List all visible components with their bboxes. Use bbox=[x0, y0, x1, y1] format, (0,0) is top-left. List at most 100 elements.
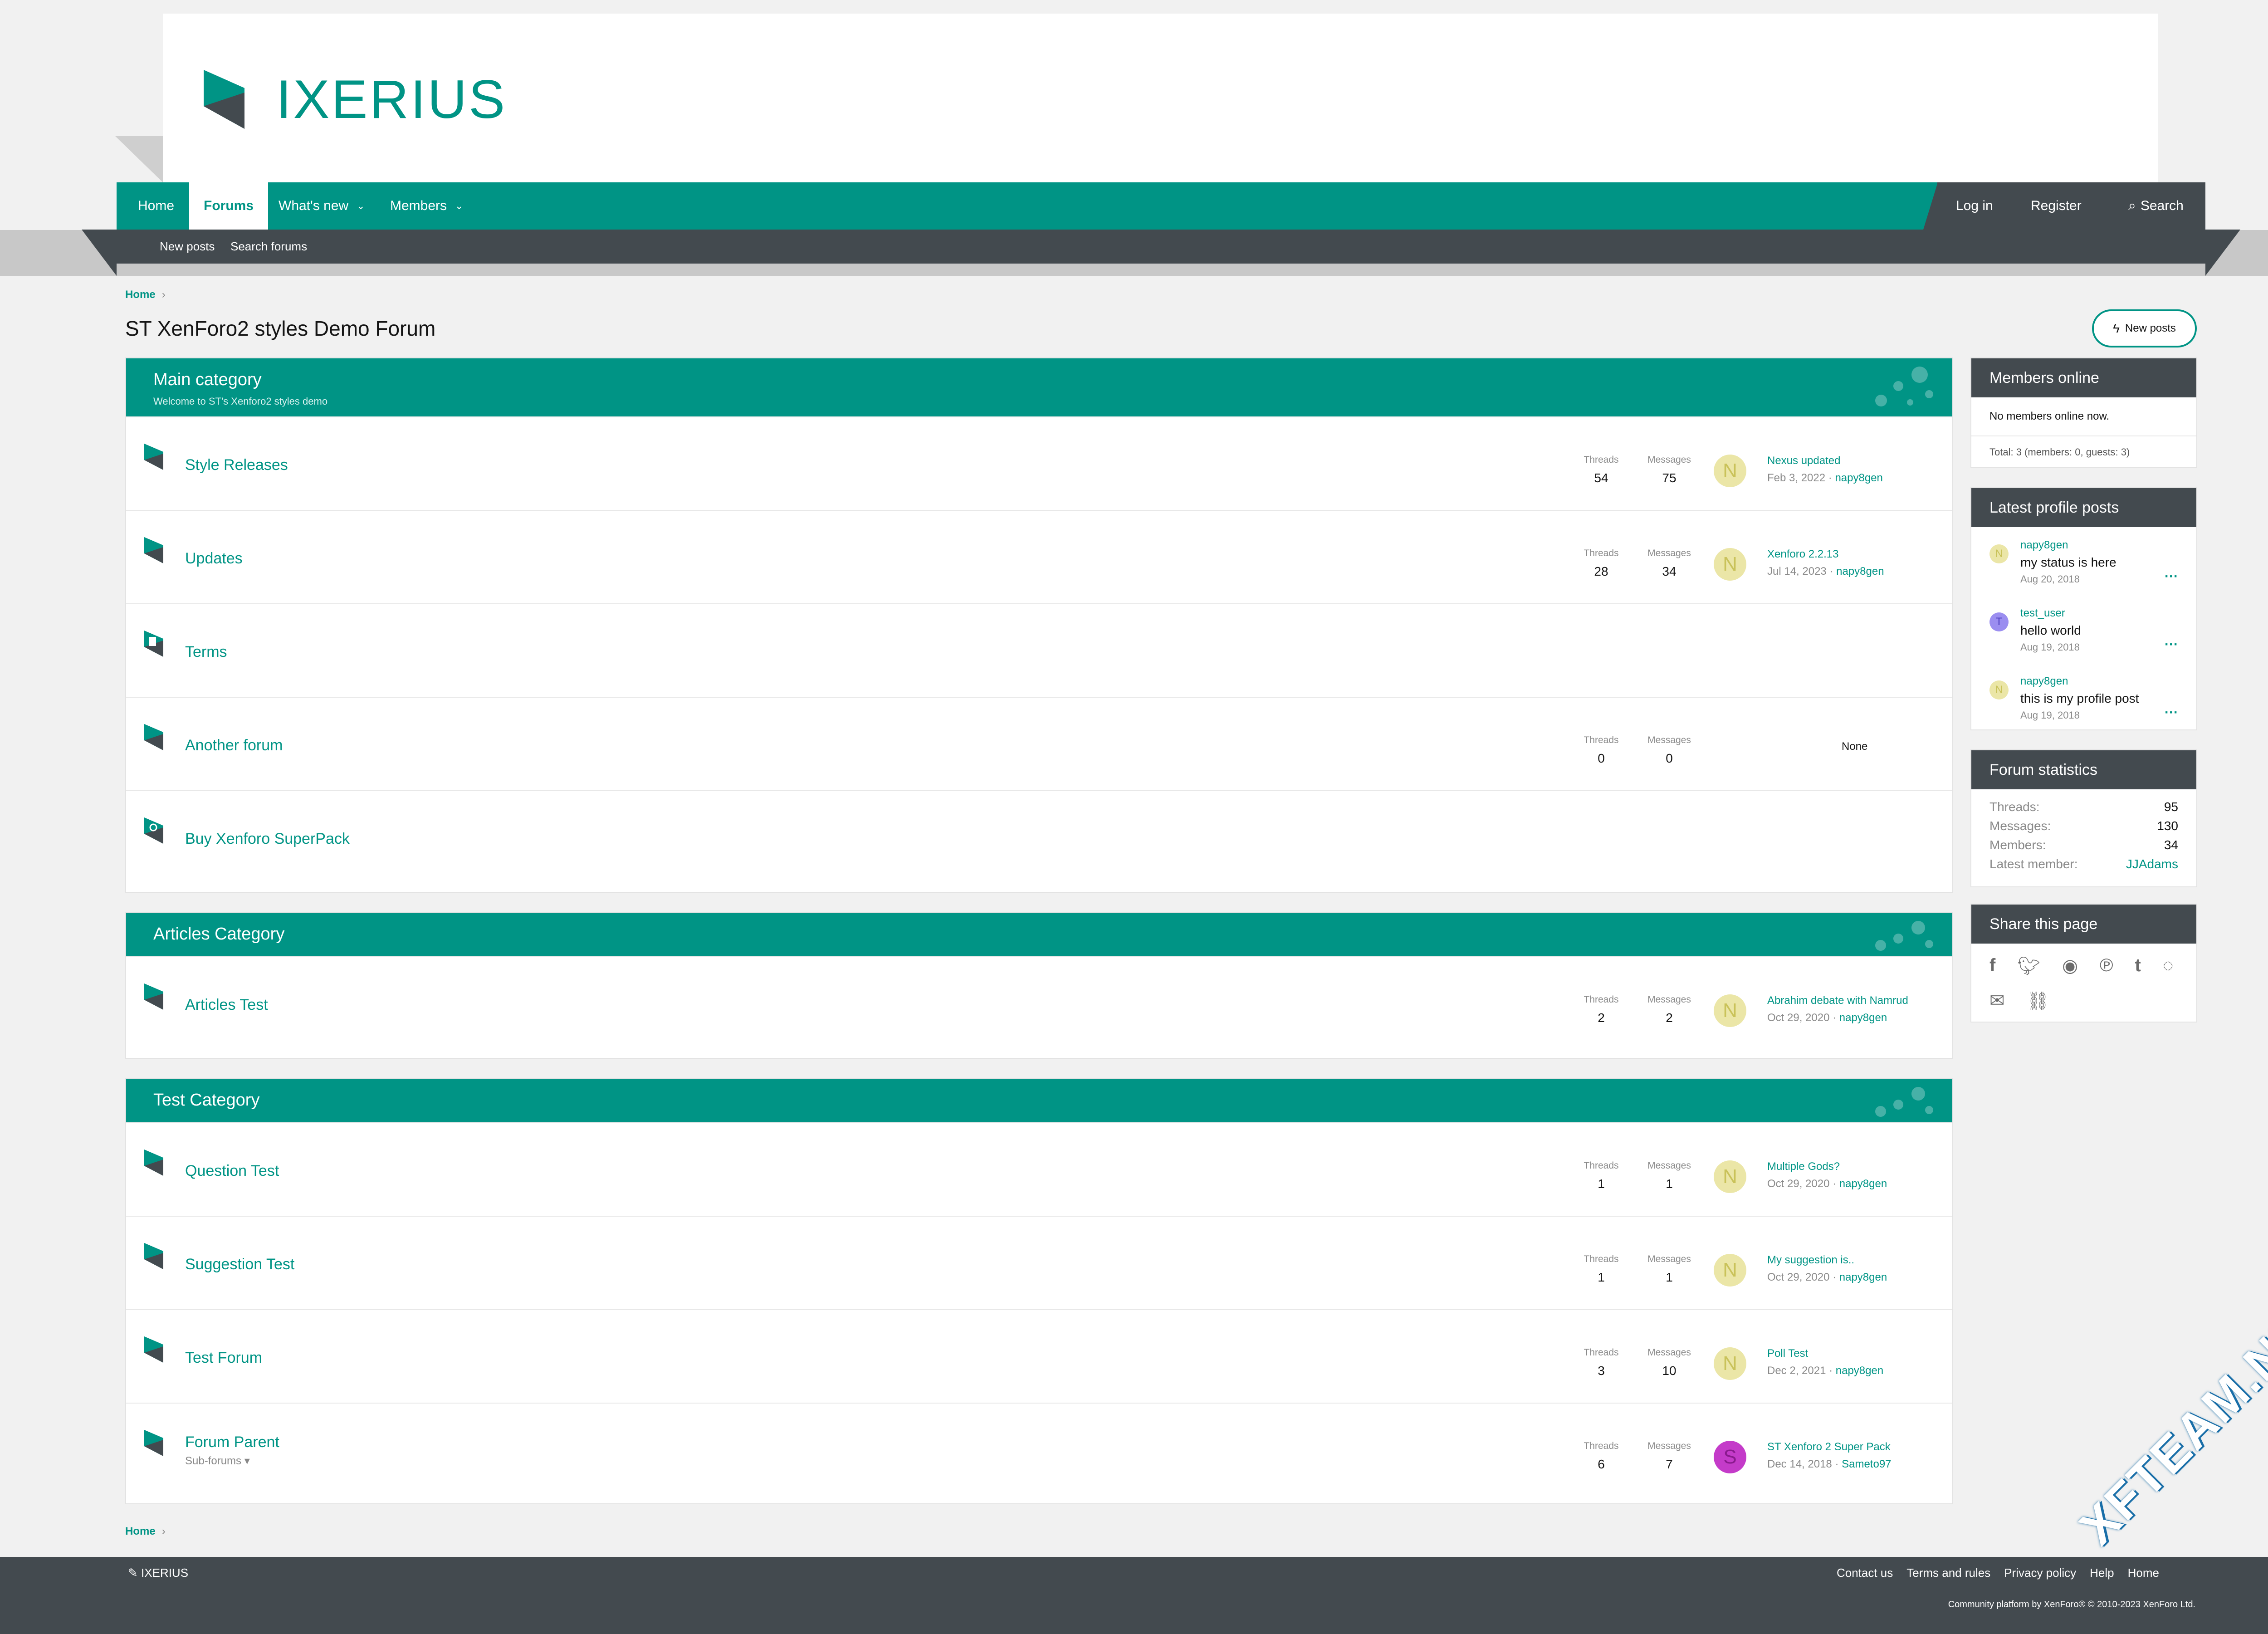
last-post-user[interactable]: napy8gen bbox=[1839, 1012, 1887, 1024]
twitter-icon[interactable]: 🐦︎ bbox=[2017, 955, 2040, 977]
last-post-user[interactable]: napy8gen bbox=[1839, 1178, 1887, 1190]
category-title[interactable]: Articles Category bbox=[153, 925, 284, 944]
more-options-icon[interactable]: ··· bbox=[2165, 705, 2178, 720]
forum-title[interactable]: Test Forum bbox=[185, 1349, 262, 1367]
avatar[interactable]: T bbox=[1989, 612, 2009, 631]
sub-forums-toggle[interactable]: Sub-forums ▾ bbox=[185, 1454, 250, 1468]
last-post-title[interactable]: Multiple Gods? bbox=[1767, 1160, 1887, 1173]
reddit-icon[interactable]: ◉ bbox=[2062, 955, 2078, 977]
last-post-user[interactable]: napy8gen bbox=[1839, 1271, 1887, 1283]
category-header[interactable]: Test Category bbox=[126, 1079, 1952, 1122]
last-post-user[interactable]: Sameto97 bbox=[1842, 1458, 1891, 1470]
profile-post-user[interactable]: napy8gen bbox=[2020, 675, 2068, 688]
forum-title[interactable]: Updates bbox=[185, 550, 243, 567]
last-post-date[interactable]: Dec 14, 2018 bbox=[1767, 1458, 1832, 1470]
last-post: Abrahim debate with Namrud Oct 29, 2020 ·… bbox=[1767, 994, 1908, 1024]
avatar[interactable]: N bbox=[1989, 544, 2009, 563]
avatar[interactable]: N bbox=[1714, 994, 1746, 1027]
subnav-search-forums[interactable]: Search forums bbox=[230, 230, 307, 264]
forum-title[interactable]: Suggestion Test bbox=[185, 1256, 294, 1273]
nav-tab-whats-new[interactable]: What's new ⌄ bbox=[264, 182, 380, 230]
profile-post-date[interactable]: Aug 19, 2018 bbox=[2020, 641, 2080, 653]
chevron-down-icon[interactable]: ⌄ bbox=[357, 200, 365, 212]
last-post-title[interactable]: Poll Test bbox=[1767, 1347, 1883, 1360]
register-link[interactable]: Register bbox=[2016, 182, 2096, 230]
forum-title[interactable]: Articles Test bbox=[185, 996, 268, 1014]
nav-tab-home[interactable]: Home bbox=[123, 182, 189, 230]
profile-post-date[interactable]: Aug 20, 2018 bbox=[2020, 573, 2080, 585]
footer-link-help[interactable]: Help bbox=[2090, 1566, 2114, 1580]
last-post-title[interactable]: Xenforo 2.2.13 bbox=[1767, 548, 1884, 561]
last-post-title[interactable]: My suggestion is.. bbox=[1767, 1254, 1887, 1267]
last-post-date[interactable]: Oct 29, 2020 bbox=[1767, 1178, 1829, 1190]
avatar[interactable]: N bbox=[1989, 680, 2009, 700]
forum-title[interactable]: Style Releases bbox=[185, 456, 288, 474]
more-options-icon[interactable]: ··· bbox=[2165, 569, 2178, 584]
forum-title[interactable]: Buy Xenforo SuperPack bbox=[185, 830, 350, 848]
avatar[interactable]: N bbox=[1714, 548, 1746, 581]
footer-link-home[interactable]: Home bbox=[2128, 1566, 2159, 1580]
avatar[interactable]: N bbox=[1714, 455, 1746, 487]
footer-link-terms[interactable]: Terms and rules bbox=[1906, 1566, 1990, 1580]
more-options-icon[interactable]: ··· bbox=[2165, 637, 2178, 652]
chevron-down-icon[interactable]: ⌄ bbox=[455, 200, 463, 212]
last-post-title[interactable]: Abrahim debate with Namrud bbox=[1767, 994, 1908, 1007]
login-link[interactable]: Log in bbox=[1941, 182, 2008, 230]
last-post-date[interactable]: Feb 3, 2022 bbox=[1767, 472, 1825, 484]
facebook-icon[interactable]: f bbox=[1989, 955, 1995, 977]
last-post-date[interactable]: Oct 29, 2020 bbox=[1767, 1271, 1829, 1283]
site-logo[interactable]: IXERIUS bbox=[204, 68, 507, 131]
pinterest-icon[interactable]: ℗ bbox=[2100, 955, 2113, 977]
nav-tab-forums[interactable]: Forums bbox=[189, 182, 269, 230]
profile-post-user[interactable]: napy8gen bbox=[2020, 539, 2068, 552]
last-post-title[interactable]: ST Xenforo 2 Super Pack bbox=[1767, 1441, 1892, 1453]
caret-down-icon: ▾ bbox=[244, 1455, 250, 1467]
footer-link-contact[interactable]: Contact us bbox=[1837, 1566, 1893, 1580]
forum-title[interactable]: Question Test bbox=[185, 1162, 279, 1180]
whatsapp-icon[interactable]: ◌ bbox=[2163, 955, 2174, 977]
tumblr-icon[interactable]: t bbox=[2135, 955, 2141, 977]
forum-title[interactable]: Terms bbox=[185, 643, 227, 661]
widget-title[interactable]: Share this page bbox=[1971, 905, 2196, 944]
profile-post-date[interactable]: Aug 19, 2018 bbox=[2020, 709, 2080, 721]
widget-title[interactable]: Latest profile posts bbox=[1971, 488, 2196, 527]
last-post: Multiple Gods? Oct 29, 2020 · napy8gen bbox=[1767, 1160, 1887, 1190]
last-post-user[interactable]: napy8gen bbox=[1836, 1365, 1883, 1377]
widget-title[interactable]: Members online bbox=[1971, 358, 2196, 397]
latest-member-link[interactable]: JJAdams bbox=[2126, 857, 2178, 871]
last-post-user[interactable]: napy8gen bbox=[1835, 472, 1882, 484]
email-icon[interactable]: ✉ bbox=[1989, 990, 2005, 1012]
widget-title[interactable]: Forum statistics bbox=[1971, 750, 2196, 789]
avatar[interactable]: N bbox=[1714, 1347, 1746, 1380]
last-post-date[interactable]: Jul 14, 2023 bbox=[1767, 565, 1827, 577]
category-title[interactable]: Main category bbox=[153, 370, 262, 390]
category-header[interactable]: Main category Welcome to ST's Xenforo2 s… bbox=[126, 358, 1952, 416]
category-title[interactable]: Test Category bbox=[153, 1091, 259, 1110]
breadcrumb-bottom[interactable]: Home › bbox=[125, 1525, 166, 1538]
stat-threads: Threads: 95 bbox=[1989, 800, 2178, 814]
messages-stat: Messages 34 bbox=[1647, 548, 1691, 578]
forum-title[interactable]: Forum Parent bbox=[185, 1433, 279, 1451]
footer-style-chooser[interactable]: ✎ IXERIUS bbox=[128, 1566, 188, 1580]
nav-tab-members[interactable]: Members ⌄ bbox=[376, 182, 478, 230]
link-icon[interactable]: ⛓ bbox=[2027, 990, 2050, 1012]
threads-stat: Threads 2 bbox=[1584, 994, 1619, 1025]
footer-link-privacy[interactable]: Privacy policy bbox=[2004, 1566, 2076, 1580]
avatar[interactable]: N bbox=[1714, 1254, 1746, 1287]
last-post-user[interactable]: napy8gen bbox=[1836, 565, 1884, 577]
forum-icon bbox=[144, 1243, 163, 1269]
new-posts-button[interactable]: ϟ New posts bbox=[2092, 309, 2197, 347]
category-header[interactable]: Articles Category bbox=[126, 913, 1952, 956]
search-link[interactable]: ⌕ Search bbox=[2114, 182, 2198, 230]
last-post-date[interactable]: Oct 29, 2020 bbox=[1767, 1012, 1829, 1024]
subnav-new-posts[interactable]: New posts bbox=[160, 230, 215, 264]
forum-node: Question Test Threads 1 Messages 1 N Multi… bbox=[126, 1122, 1952, 1216]
breadcrumb-top[interactable]: Home › bbox=[125, 289, 166, 301]
avatar[interactable]: N bbox=[1714, 1160, 1746, 1193]
profile-post-user[interactable]: test_user bbox=[2020, 607, 2065, 620]
forum-title[interactable]: Another forum bbox=[185, 737, 283, 754]
last-post-date[interactable]: Dec 2, 2021 bbox=[1767, 1365, 1826, 1377]
avatar[interactable]: S bbox=[1714, 1441, 1746, 1473]
last-post-title[interactable]: Nexus updated bbox=[1767, 455, 1883, 467]
decor-dots bbox=[1866, 1083, 1939, 1122]
